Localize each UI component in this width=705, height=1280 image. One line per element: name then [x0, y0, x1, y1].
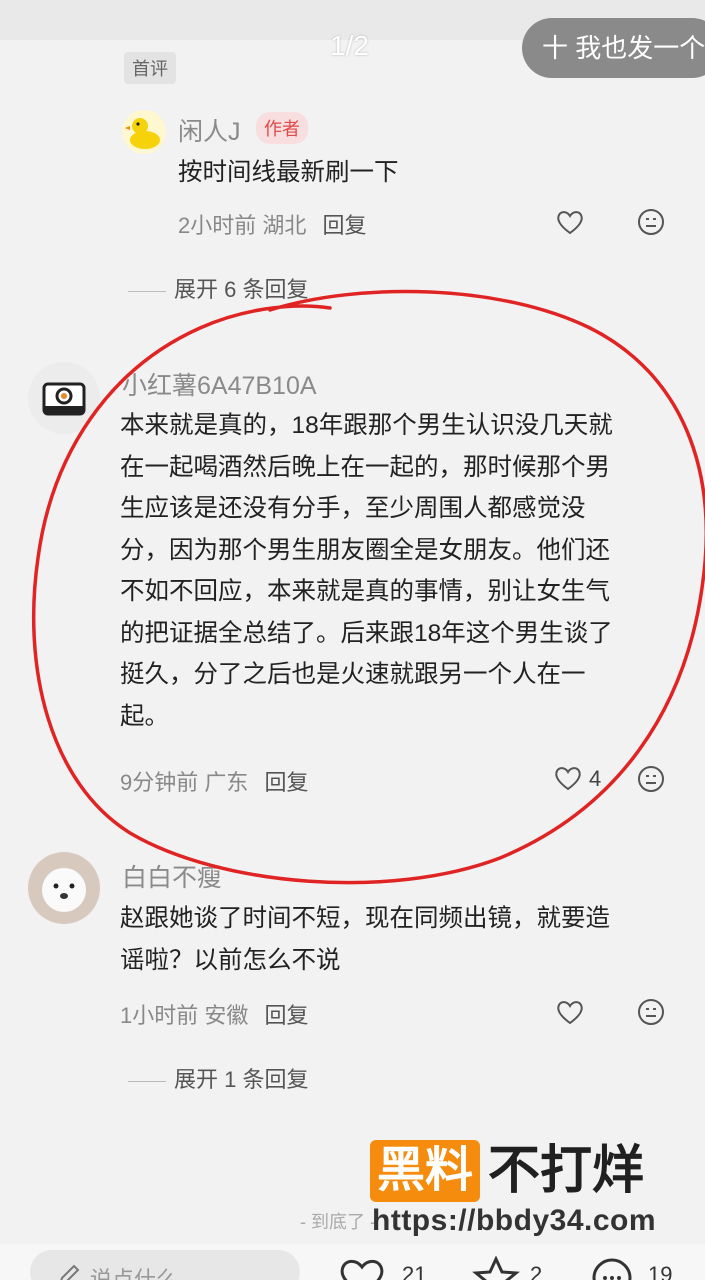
comment-user-name[interactable]: 闲人J: [178, 112, 241, 148]
author-badge: 作者: [256, 112, 308, 144]
comment-text: 按时间线最新刷一下: [178, 159, 399, 186]
comment-location: 湖北: [262, 213, 307, 238]
comment-count: 19: [648, 1262, 673, 1280]
camera-avatar[interactable]: [28, 362, 100, 434]
like-count: 21: [402, 1262, 427, 1280]
comment-line: 生应该是还没有分手，至少周围人都感觉没: [120, 495, 586, 522]
comment-text: 赵跟她谈了时间不短，现在同频出镜，就要造 谣啦？以前怎么不说: [120, 898, 690, 981]
like-count: 4: [589, 766, 602, 791]
comment-line: 挺久，分了之后也是火速就跟另一个人在一: [120, 661, 586, 688]
comment-line: 起。: [120, 702, 169, 730]
camera-icon: [42, 382, 86, 416]
heart-icon[interactable]: [555, 998, 585, 1026]
dog-avatar[interactable]: [28, 852, 100, 924]
comment-time: 1小时前: [120, 1003, 199, 1028]
watermark-url: https://bbdy34.com: [372, 1204, 657, 1237]
duck-icon: [125, 118, 160, 149]
favorite-count: 2: [530, 1262, 543, 1280]
reply-button[interactable]: 回复: [323, 213, 367, 238]
post-too-button[interactable]: 十 我也发一个: [522, 18, 705, 78]
heart-icon[interactable]: [553, 764, 583, 792]
comment-line: 的把证据全总结了。后来跟18年这个男生谈了: [120, 619, 613, 647]
comment-line: 分，因为那个男生朋友圈全是女朋友。他们还: [120, 536, 610, 564]
comment-user-name[interactable]: 白白不瘦: [122, 858, 222, 894]
first-comment-tag: 首评: [124, 52, 176, 84]
comment-location: 安徽: [204, 1003, 249, 1028]
comment-time: 2小时前: [178, 213, 257, 238]
star-icon[interactable]: [470, 1256, 522, 1280]
comment-meta: 9分钟前 广东 回复: [120, 765, 309, 797]
duck-avatar[interactable]: [122, 110, 166, 154]
comment-text: 本来就是真的，18年跟那个男生认识没几天就 在一起喝酒然后晚上在一起的，那时候那…: [120, 405, 690, 737]
reply-button[interactable]: 回复: [265, 770, 309, 795]
watermark-text: 不打烊: [488, 1142, 645, 1200]
expand-replies[interactable]: 展开 6 条回复: [128, 272, 308, 304]
dislike-face-icon[interactable]: [637, 208, 665, 236]
dog-icon: [42, 868, 86, 912]
comment-location: 广东: [204, 770, 249, 795]
comment-line: 不如不回应，本来就是真的事情，别让女生气: [120, 578, 610, 605]
comment-input-placeholder: 说点什么...: [90, 1267, 197, 1280]
watermark-box: 黑料: [370, 1140, 480, 1202]
expand-replies[interactable]: 展开 1 条回复: [128, 1062, 308, 1094]
page-indicator: 1/2: [330, 30, 369, 61]
reply-button[interactable]: 回复: [265, 1003, 309, 1028]
comment-line: 本来就是真的，18年跟那个男生认识没几天就: [120, 412, 613, 439]
dislike-face-icon[interactable]: [637, 765, 665, 793]
pencil-icon: [60, 1264, 80, 1280]
comment-icon[interactable]: [586, 1256, 638, 1280]
comment-line: 赵跟她谈了时间不短，现在同频出镜，就要造: [120, 905, 610, 932]
comment-line: 谣啦？以前怎么不说: [120, 946, 341, 974]
heart-icon[interactable]: [555, 208, 585, 236]
dislike-face-icon[interactable]: [637, 998, 665, 1026]
like-icon[interactable]: [336, 1256, 388, 1280]
comment-meta: 2小时前 湖北 回复: [178, 208, 367, 240]
comment-time: 9分钟前: [120, 770, 199, 795]
comment-meta: 1小时前 安徽 回复: [120, 998, 309, 1030]
end-of-list-note: - 到底了 -: [300, 1212, 376, 1232]
comment-line: 在一起喝酒然后晚上在一起的，那时候那个男: [120, 453, 610, 481]
comment-user-name[interactable]: 小红薯6A47B10A: [122, 366, 317, 402]
